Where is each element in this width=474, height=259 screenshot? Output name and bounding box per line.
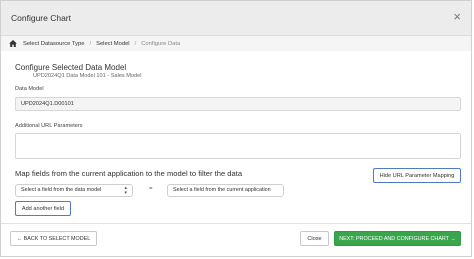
close-icon[interactable]: × (453, 10, 461, 23)
breadcrumb-configure-data: Configure Data (141, 40, 181, 47)
data-model-field-select[interactable]: Select a field from the data model ▴ ▾ (15, 184, 133, 197)
select-arrows-icon: ▴ ▾ (124, 185, 127, 196)
footer-divider (1, 223, 471, 224)
hide-url-parameter-mapping-button[interactable]: Hide URL Parameter Mapping (373, 168, 461, 183)
section-title: Configure Selected Data Model (15, 63, 127, 72)
application-field-select-value: Select a field from the current applicat… (173, 187, 271, 193)
close-button[interactable]: Close (300, 231, 329, 246)
breadcrumb-select-model[interactable]: Select Model (96, 41, 130, 47)
data-model-field-select-value: Select a field from the data model (21, 187, 102, 193)
next-configure-chart-button[interactable]: NEXT: PROCEED AND CONFIGURE CHART → (334, 231, 461, 246)
data-model-label: Data Model (15, 86, 44, 92)
url-parameters-label: Additional URL Parameters (15, 123, 83, 129)
breadcrumb-select-datasource-type[interactable]: Select Datasource Type (23, 41, 84, 47)
home-icon[interactable] (9, 40, 17, 47)
add-another-field-button[interactable]: Add another field (15, 201, 71, 216)
breadcrumb: Select Datasource Type / Select Model / … (1, 36, 471, 51)
dialog-titlebar: Configure Chart × (1, 1, 471, 36)
model-subtitle: UPD2024Q1 Data Model 101 - Sales Model (33, 73, 142, 79)
breadcrumb-separator: / (134, 40, 137, 47)
data-model-field: UPD2024Q1.D00101 (15, 97, 461, 111)
dialog-title: Configure Chart (11, 13, 72, 23)
equals-sign: = (149, 186, 153, 192)
breadcrumb-separator: / (89, 40, 92, 47)
url-parameters-input[interactable] (15, 133, 461, 159)
mapping-title: Map fields from the current application … (15, 169, 243, 178)
configure-chart-dialog: Configure Chart × Select Datasource Type… (0, 0, 472, 257)
back-to-select-model-button[interactable]: ← BACK TO SELECT MODEL (10, 231, 97, 246)
application-field-select[interactable]: Select a field from the current applicat… (167, 184, 284, 197)
